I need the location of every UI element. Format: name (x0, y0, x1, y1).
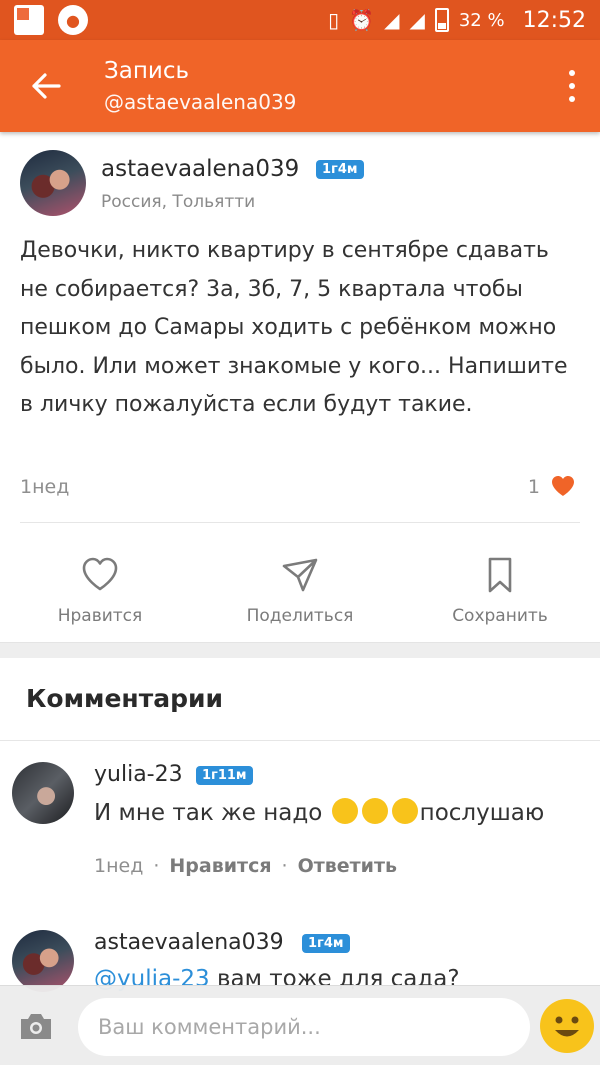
commenter-avatar[interactable] (12, 762, 74, 824)
dot-icon (569, 70, 575, 76)
bookmark-icon (488, 557, 512, 593)
alarm-icon: ⏰ (349, 8, 375, 32)
battery-percentage: 32 % (458, 9, 505, 31)
comment-author[interactable]: yulia-23 (94, 762, 183, 787)
thinking-emoji-icon (391, 798, 418, 824)
status-bar: ● ▯ ⏰ ◢ ◢ 32 % 12:52 (0, 0, 600, 40)
comment-author-badge: 1г11м (196, 766, 253, 785)
save-button[interactable]: Сохранить (410, 556, 590, 636)
camera-icon[interactable] (18, 1010, 54, 1042)
comment-text-end: послушаю (419, 800, 545, 826)
commenter-avatar[interactable] (12, 930, 74, 992)
app-notification-icon (14, 5, 44, 35)
separator-dot: · (153, 855, 160, 877)
dot-icon (569, 96, 575, 102)
signal-icon-2: ◢ (409, 8, 425, 32)
grimacing-emoji-icon (331, 798, 358, 824)
page-title: Запись (104, 58, 190, 84)
like-label: Нравится (57, 606, 143, 626)
more-menu-button[interactable] (562, 66, 582, 106)
rofl-emoji-icon (361, 798, 388, 824)
like-button[interactable]: Нравится (10, 556, 190, 636)
comment-composer (0, 985, 600, 1065)
comment-input[interactable] (78, 998, 530, 1056)
comment-like-button[interactable]: Нравится (169, 855, 271, 877)
arrow-left-icon (32, 73, 61, 99)
signal-icon: ◢ (384, 8, 400, 32)
separator-dot: · (281, 855, 288, 877)
heart-icon[interactable] (550, 474, 576, 498)
comment-time: 1нед (94, 855, 144, 877)
comments-heading: Комментарии (26, 684, 223, 713)
app-notification-icon-2: ● (58, 5, 88, 35)
divider (0, 740, 600, 741)
comment-text: И мне так же надо послушаю (94, 798, 594, 826)
heart-outline-icon (82, 557, 118, 591)
post-text: Девочки, никто квартиру в сентябре сдава… (20, 238, 568, 417)
app-toolbar: Запись @astaevaalena039 (0, 40, 600, 132)
author-badge: 1г4м (316, 160, 364, 179)
author-avatar[interactable] (20, 150, 86, 216)
author-location: Россия, Тольятти (101, 192, 256, 212)
clock: 12:52 (522, 7, 586, 33)
emoji-picker-button[interactable] (540, 999, 594, 1053)
section-separator (0, 642, 600, 658)
comment-meta: 1нед · Нравится · Ответить (94, 855, 397, 877)
battery-icon (434, 8, 449, 32)
divider (20, 522, 580, 523)
vibrate-icon: ▯ (328, 8, 340, 32)
post-time: 1нед (20, 476, 70, 498)
comment-author[interactable]: astaevaalena039 (94, 930, 284, 955)
back-button[interactable] (22, 64, 70, 108)
comment-reply-button[interactable]: Ответить (298, 855, 397, 877)
comment-text-start: И мне так же надо (94, 800, 323, 826)
page-subtitle: @astaevaalena039 (104, 90, 297, 114)
send-icon (282, 558, 318, 592)
share-button[interactable]: Поделиться (210, 556, 390, 636)
like-count: 1 (527, 476, 540, 498)
dot-icon (569, 83, 575, 89)
comment-author-badge: 1г4м (302, 934, 350, 953)
post-author-name[interactable]: astaevaalena039 (101, 156, 299, 182)
save-label: Сохранить (452, 606, 548, 626)
smiley-icon (555, 1016, 579, 1037)
share-label: Поделиться (246, 606, 354, 626)
